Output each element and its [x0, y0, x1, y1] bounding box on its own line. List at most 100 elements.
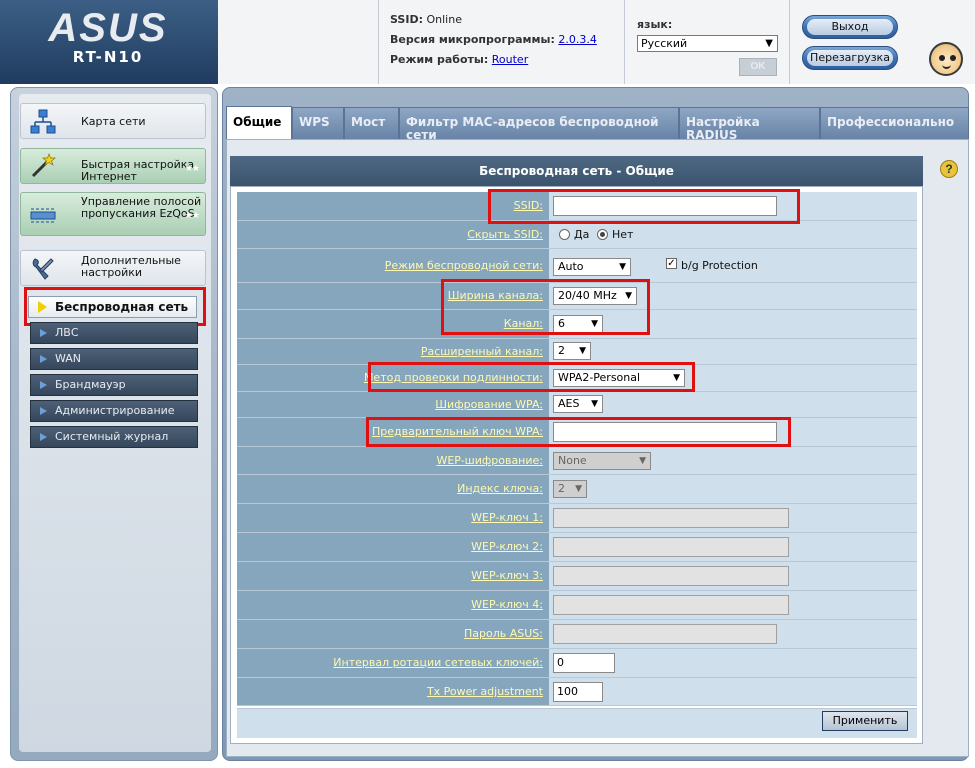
- mascot-eye: [950, 55, 956, 61]
- mascot-avatar: [929, 42, 963, 76]
- language-label: язык:: [637, 18, 673, 31]
- language-value: Русский: [641, 37, 688, 50]
- magic-wand-icon: [31, 153, 56, 178]
- wep-key2-value-cell: [549, 533, 917, 561]
- firmware-status: Версия микропрограммы: 2.0.3.4: [390, 32, 618, 52]
- sidebar-item-network-map[interactable]: Карта сети: [20, 103, 206, 139]
- ssid-status-value: Online: [426, 13, 462, 26]
- arrow-right-icon: [40, 355, 47, 363]
- wep-key4-input[interactable]: [553, 595, 789, 615]
- hide-ssid-value-cell: Да Нет: [549, 221, 917, 248]
- network-map-icon: [30, 109, 56, 134]
- logout-label: Выход: [807, 19, 893, 35]
- language-select[interactable]: Русский ▼: [637, 35, 778, 52]
- help-icon[interactable]: ?: [940, 160, 958, 178]
- hide-ssid-no-radio[interactable]: [597, 229, 608, 240]
- wep-key3-label: WEP-ключ 3:: [237, 562, 549, 590]
- wep-key1-label: WEP-ключ 1:: [237, 504, 549, 532]
- form-row-wep-key3: WEP-ключ 3:: [237, 562, 917, 591]
- language-ok-button[interactable]: OK: [739, 58, 777, 76]
- mode-link[interactable]: Router: [492, 53, 528, 66]
- form-row-wep-encryption: WEP-шифрование: None ▼: [237, 447, 917, 475]
- mascot-eye: [939, 55, 945, 61]
- tab-radius[interactable]: Настройка RADIUS: [679, 107, 820, 142]
- key-rotation-input[interactable]: 0: [553, 653, 615, 673]
- sidebar-item-quick-setup[interactable]: Быстрая настройка Интернет ★★: [20, 148, 206, 184]
- sidebar-sub-syslog[interactable]: Системный журнал: [30, 426, 198, 448]
- brand-name: ASUS: [48, 6, 168, 50]
- chevron-down-icon: ▼: [765, 38, 773, 49]
- form-row-key-index: Индекс ключа: 2 ▼: [237, 475, 917, 504]
- wep-key4-label: WEP-ключ 4:: [237, 591, 549, 619]
- bg-protection-label: b/g Protection: [681, 259, 758, 272]
- tab-bridge[interactable]: Мост: [344, 107, 399, 139]
- wep-key2-input[interactable]: [553, 537, 789, 557]
- extension-channel-select[interactable]: 2 ▼: [553, 342, 591, 360]
- arrow-right-icon: [40, 407, 47, 415]
- wep-key3-input[interactable]: [553, 566, 789, 586]
- key-index-value-cell: 2 ▼: [549, 475, 917, 503]
- sidebar-sub-wan[interactable]: WAN: [30, 348, 198, 370]
- tab-professional[interactable]: Профессионально: [820, 107, 969, 139]
- model-name: RT-N10: [72, 48, 144, 66]
- wep-key1-input[interactable]: [553, 508, 789, 528]
- key-index-value: 2: [558, 482, 565, 495]
- apply-button[interactable]: Применить: [822, 711, 908, 731]
- wep-encryption-select[interactable]: None ▼: [553, 452, 651, 470]
- key-index-select[interactable]: 2 ▼: [553, 480, 587, 498]
- key-index-label: Индекс ключа:: [237, 475, 549, 503]
- chevron-down-icon: ▼: [591, 399, 598, 409]
- form-row-key-rotation: Интервал ротации сетевых ключей: 0: [237, 649, 917, 678]
- sidebar-item-label: Дополнительные настройки: [81, 254, 181, 279]
- ssid-status: SSID: Online: [390, 12, 618, 32]
- wep-key1-value-cell: [549, 504, 917, 532]
- sidebar-sub-lan[interactable]: ЛВС: [30, 322, 198, 344]
- arrow-right-icon: [40, 329, 47, 337]
- apply-row: [237, 708, 917, 738]
- header: ASUS RT-N10 SSID: Online Версия микропро…: [0, 0, 975, 84]
- header-buttons: Выход Перезагрузка: [789, 0, 914, 84]
- status-block: SSID: Online Версия микропрограммы: 2.0.…: [378, 0, 618, 84]
- reboot-button[interactable]: Перезагрузка: [802, 46, 898, 70]
- wep-key3-value-cell: [549, 562, 917, 590]
- sidebar-item-advanced[interactable]: Дополнительные настройки: [20, 250, 206, 286]
- tab-general[interactable]: Общие: [226, 106, 292, 139]
- highlight-box: [368, 362, 695, 392]
- wireless-mode-select[interactable]: Auto ▼: [553, 258, 631, 276]
- wpa-encryption-select[interactable]: AES ▼: [553, 395, 603, 413]
- sidebar-sub-admin[interactable]: Администрирование: [30, 400, 198, 422]
- sidebar-sub-label: Администрирование: [55, 404, 175, 417]
- firmware-label: Версия микропрограммы:: [390, 33, 555, 46]
- sidebar-sub-label: WAN: [55, 352, 82, 365]
- hide-ssid-yes-radio[interactable]: [559, 229, 570, 240]
- tab-mac-filter[interactable]: Фильтр MAC-адресов беспроводной сети: [399, 107, 679, 142]
- bg-protection-checkbox[interactable]: ✓: [666, 258, 677, 269]
- tx-power-label: Tx Power adjustment: [237, 678, 549, 705]
- sidebar-sub-label: Системный журнал: [55, 430, 169, 443]
- wireless-mode-value: Auto: [558, 260, 584, 273]
- wpa-encryption-value-cell: AES ▼: [549, 392, 917, 417]
- arrow-right-icon: [40, 433, 47, 441]
- logout-button[interactable]: Выход: [802, 15, 898, 39]
- form-row-hide-ssid: Скрыть SSID: Да Нет: [237, 221, 917, 249]
- brand-logo: ASUS RT-N10: [0, 0, 218, 84]
- tab-wps[interactable]: WPS: [292, 107, 344, 139]
- form-row-wpa-encryption: Шифрование WPA: AES ▼: [237, 392, 917, 418]
- wep-key2-label: WEP-ключ 2:: [237, 533, 549, 561]
- asus-password-input[interactable]: [553, 624, 777, 644]
- form-row-wireless-mode: Режим беспроводной сети: Auto ▼ ✓ b/g Pro…: [237, 249, 917, 283]
- key-rotation-value-cell: 0: [549, 649, 917, 677]
- highlight-box: [366, 417, 791, 447]
- sidebar-sub-firewall[interactable]: Брандмауэр: [30, 374, 198, 396]
- form-row-tx-power: Tx Power adjustment 100: [237, 678, 917, 706]
- chevron-down-icon: ▼: [575, 484, 582, 494]
- highlight-box: [24, 287, 206, 326]
- sidebar-item-ezqos[interactable]: Управление полосой пропускания EzQoS ★★: [20, 192, 206, 236]
- form-row-wep-key2: WEP-ключ 2:: [237, 533, 917, 562]
- mode-status: Режим работы: Router: [390, 52, 618, 72]
- form-row-wep-key4: WEP-ключ 4:: [237, 591, 917, 620]
- tx-power-input[interactable]: 100: [553, 682, 603, 702]
- arrow-right-icon: [40, 381, 47, 389]
- firmware-link[interactable]: 2.0.3.4: [558, 33, 596, 46]
- chevron-down-icon: ▼: [579, 346, 586, 356]
